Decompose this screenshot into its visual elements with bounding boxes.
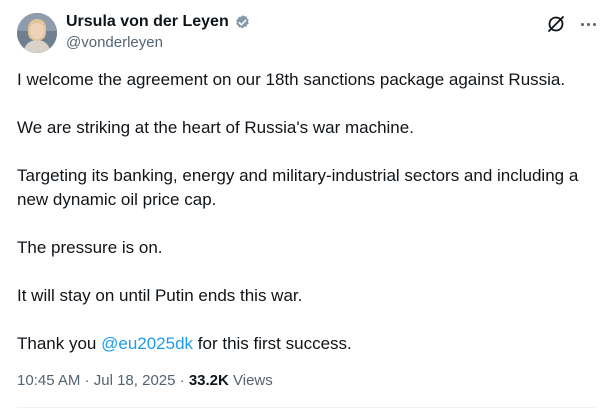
- tweet-paragraph: Thank you @eu2025dk for this first succe…: [17, 332, 602, 356]
- meta-separator: ·: [175, 372, 189, 389]
- name-row: Ursula von der Leyen: [66, 12, 251, 32]
- avatar-image: [17, 13, 57, 53]
- top-actions: [546, 14, 598, 34]
- display-name[interactable]: Ursula von der Leyen: [66, 12, 229, 32]
- tweet-paragraph: The pressure is on.: [17, 238, 163, 257]
- handle[interactable]: @vonderleyen: [66, 34, 163, 52]
- tweet-paragraph: I welcome the agreement on our 18th sanc…: [17, 70, 566, 89]
- avatar[interactable]: [17, 13, 57, 53]
- tweet-text: I welcome the agreement on our 18th sanc…: [17, 68, 602, 356]
- divider: [17, 407, 596, 408]
- thank-you-text: Thank you: [17, 334, 102, 353]
- meta-separator: ·: [80, 372, 94, 389]
- verified-badge-icon: [234, 14, 251, 31]
- timestamp-time[interactable]: 10:45 AM: [17, 372, 80, 389]
- mention-link[interactable]: @eu2025dk: [101, 334, 193, 353]
- tweet-paragraph: It will stay on until Putin ends this wa…: [17, 286, 303, 305]
- timestamp-date[interactable]: Jul 18, 2025: [94, 372, 176, 389]
- views-count[interactable]: 33.2K: [189, 372, 229, 389]
- closing-text: for this first success.: [193, 334, 352, 353]
- views-label: Views: [228, 372, 273, 389]
- grok-icon[interactable]: [546, 14, 566, 34]
- tweet-meta: 10:45 AM · Jul 18, 2025 · 33.2K Views: [17, 371, 273, 391]
- tweet-card: Ursula von der Leyen @vonderleyen I welc…: [0, 0, 613, 419]
- more-dots-icon[interactable]: [578, 14, 598, 34]
- tweet-paragraph: Targeting its banking, energy and milita…: [17, 166, 579, 209]
- tweet-paragraph: We are striking at the heart of Russia's…: [17, 118, 414, 137]
